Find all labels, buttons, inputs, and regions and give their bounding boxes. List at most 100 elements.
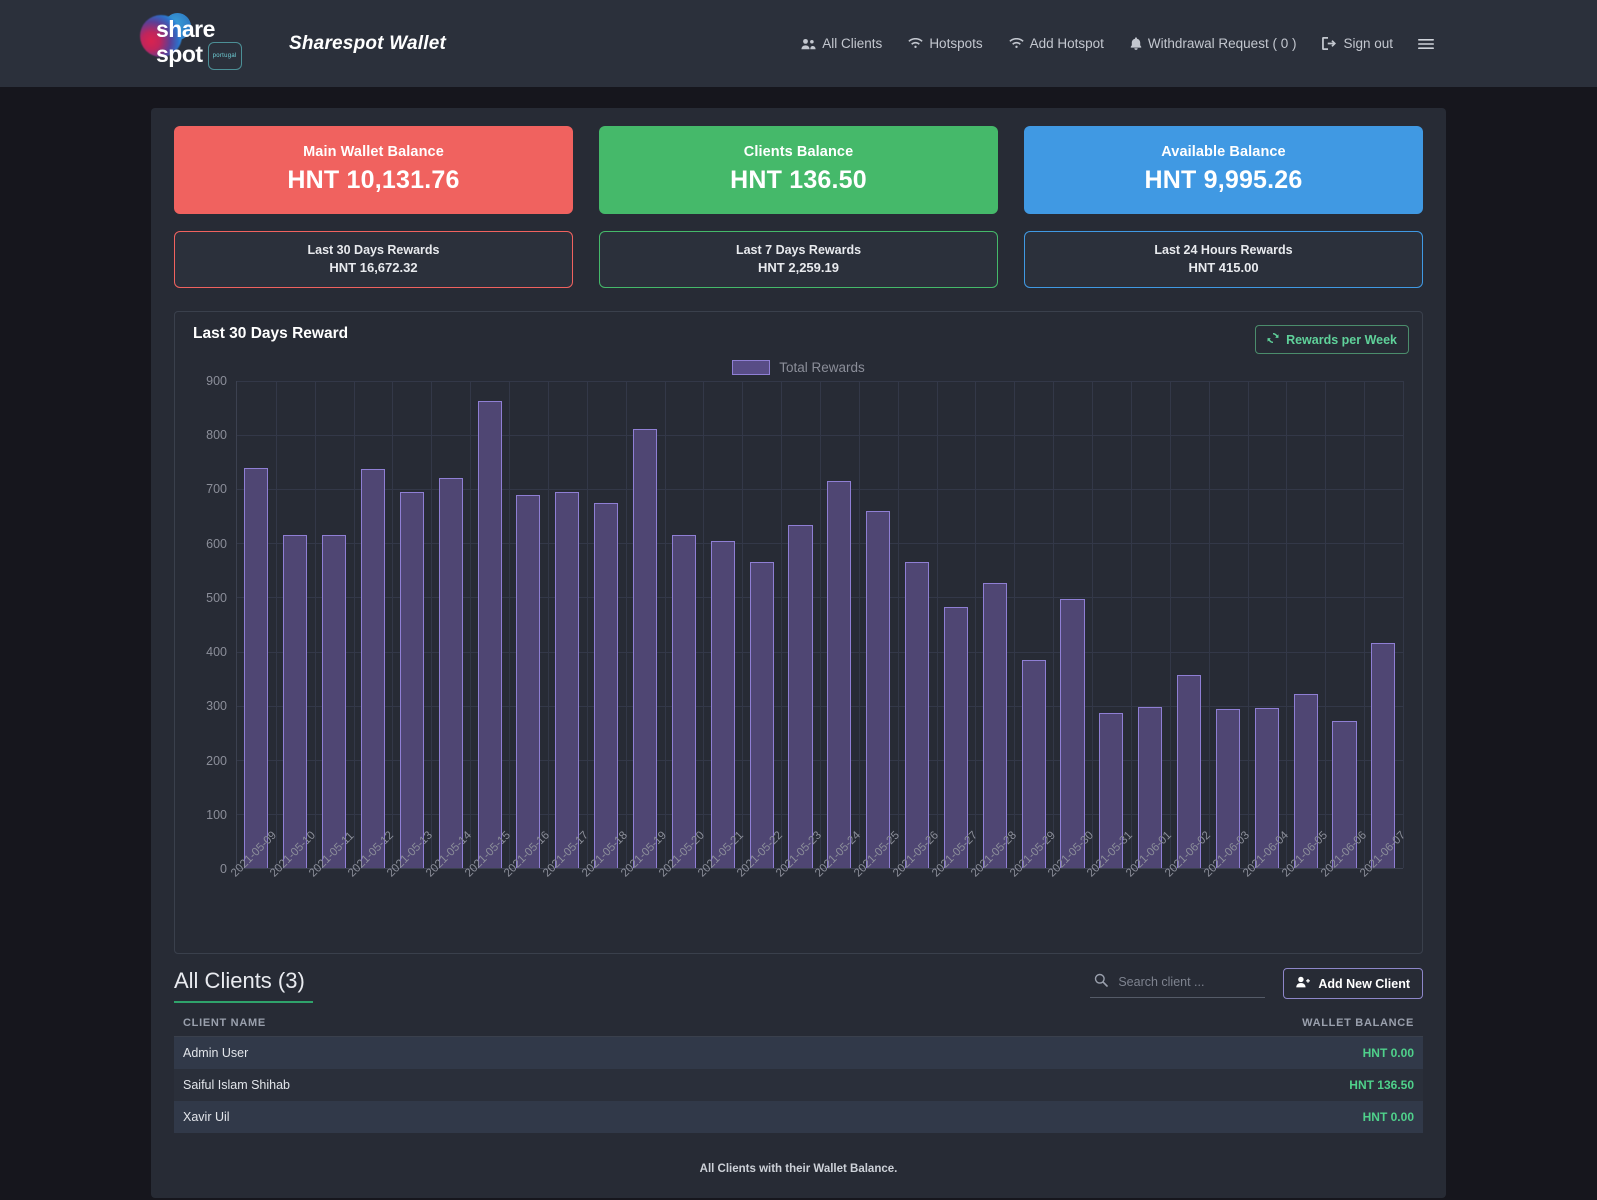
- chart-title: Last 30 Days Reward: [193, 325, 349, 342]
- wifi-icon: [1008, 37, 1024, 50]
- table-header-row: CLIENT NAME WALLET BALANCE: [174, 1013, 1423, 1037]
- bar-slot: [587, 381, 626, 868]
- chart-bar[interactable]: [438, 477, 463, 868]
- sub-card-label: Last 24 Hours Rewards: [1154, 243, 1293, 257]
- search-client-box[interactable]: [1090, 970, 1266, 998]
- bar-slot: [1131, 381, 1170, 868]
- bar-slot: [276, 381, 315, 868]
- chart-bar[interactable]: [322, 535, 347, 868]
- chart-bar[interactable]: [244, 467, 269, 868]
- bar-slot: [703, 381, 742, 868]
- chart-bar[interactable]: [710, 541, 735, 868]
- y-axis-tick-label: 600: [206, 536, 227, 551]
- x-axis-slot: 2021-05-17: [541, 829, 591, 921]
- navbar-toggler-icon[interactable]: [1415, 35, 1437, 53]
- chart-bar[interactable]: [283, 534, 308, 868]
- chart-bar[interactable]: [671, 534, 696, 868]
- chart-bar[interactable]: [360, 468, 386, 868]
- bar-slot: [509, 381, 548, 868]
- bar-slot: [859, 381, 898, 868]
- bar-slot: [936, 381, 975, 868]
- x-axis-slot: 2021-05-10: [268, 829, 318, 921]
- chart-bar[interactable]: [594, 503, 619, 868]
- bar-slot: [431, 381, 470, 868]
- bar-slot: [742, 381, 781, 868]
- bar-slot: [1014, 381, 1053, 868]
- add-new-client-button[interactable]: Add New Client: [1283, 968, 1423, 999]
- search-icon: [1094, 973, 1109, 992]
- bar-slot: [1053, 381, 1092, 868]
- chart-plot: [236, 381, 1404, 869]
- chart-bar[interactable]: [477, 401, 502, 868]
- chart-bar[interactable]: [866, 510, 891, 868]
- x-axis-slot: 2021-05-25: [852, 829, 902, 921]
- rewards-per-week-button[interactable]: Rewards per Week: [1255, 325, 1409, 354]
- x-axis-slot: 2021-05-30: [1046, 829, 1096, 921]
- chart-bar[interactable]: [1371, 643, 1396, 868]
- card-value: HNT 10,131.76: [287, 166, 460, 194]
- last-24-hours-rewards-card: Last 24 Hours Rewards HNT 415.00: [1024, 231, 1423, 288]
- y-axis-tick-label: 300: [206, 699, 227, 714]
- bar-slot: [1325, 381, 1364, 868]
- x-axis-slot: 2021-06-06: [1319, 829, 1369, 921]
- bar-slot: [470, 381, 509, 868]
- chart-header: Last 30 Days Reward Rewards per Week: [188, 325, 1409, 354]
- y-axis-tick-label: 800: [206, 428, 227, 443]
- chart-bar[interactable]: [982, 583, 1007, 868]
- chart-legend[interactable]: Total Rewards: [188, 360, 1409, 375]
- add-new-client-label: Add New Client: [1318, 976, 1410, 991]
- bar-slot: [1286, 381, 1325, 868]
- sub-card-value: HNT 415.00: [1188, 260, 1259, 275]
- cell-wallet-balance: HNT 0.00: [786, 1101, 1423, 1133]
- table-row[interactable]: Xavir Uil HNT 0.00: [174, 1101, 1423, 1133]
- search-client-input[interactable]: [1118, 975, 1262, 989]
- table-row[interactable]: Saiful Islam Shihab HNT 136.50: [174, 1069, 1423, 1101]
- chart-bar[interactable]: [943, 607, 968, 868]
- bar-slot: [898, 381, 937, 868]
- bar-slot: [781, 381, 820, 868]
- nav-item-withdrawal-request[interactable]: Withdrawal Request ( 0 ): [1130, 36, 1296, 51]
- chart-bar[interactable]: [516, 494, 541, 868]
- top-navbar: share spot portugal Sharespot Wallet All …: [0, 0, 1597, 87]
- bar-slot: [392, 381, 431, 868]
- x-axis-slot: 2021-05-26: [891, 829, 941, 921]
- x-axis-slot: 2021-06-03: [1202, 829, 1252, 921]
- nav-item-label: Add Hotspot: [1029, 36, 1104, 51]
- available-balance-card: Available Balance HNT 9,995.26: [1024, 126, 1423, 214]
- bar-slot: [315, 381, 354, 868]
- wifi-icon: [908, 37, 923, 50]
- x-axis-slot: 2021-05-27: [930, 829, 980, 921]
- chart-bar[interactable]: [1060, 599, 1085, 868]
- table-row[interactable]: Admin User HNT 0.00: [174, 1036, 1423, 1069]
- app-title: Sharespot Wallet: [289, 32, 446, 54]
- bar-slot: [626, 381, 665, 868]
- sharespot-logo: share spot portugal: [138, 12, 246, 75]
- bell-icon: [1130, 37, 1142, 50]
- sub-card-value: HNT 2,259.19: [758, 260, 839, 275]
- chart-bar[interactable]: [399, 491, 424, 868]
- clients-toolbar: Add New Client: [1090, 968, 1423, 1003]
- chart-bar[interactable]: [788, 525, 813, 868]
- nav-item-label: All Clients: [822, 36, 883, 51]
- x-axis-slot: 2021-06-05: [1280, 829, 1330, 921]
- chart-y-axis: 0 100 200 300 400 500 600 700 800 900: [188, 374, 233, 876]
- bar-slot: [820, 381, 859, 868]
- cell-wallet-balance: HNT 0.00: [786, 1036, 1423, 1069]
- chart-bar[interactable]: [749, 562, 774, 868]
- chart-x-axis: 2021-05-09 2021-05-10 2021-05-11 2021-05-12…: [229, 829, 1407, 921]
- nav-item-all-clients[interactable]: All Clients: [801, 36, 882, 51]
- bar-slot: [664, 381, 703, 868]
- brand[interactable]: share spot portugal Sharespot Wallet: [138, 12, 446, 75]
- clients-table-note: All Clients with their Wallet Balance.: [699, 1163, 898, 1175]
- nav-item-hotspots[interactable]: Hotspots: [908, 36, 983, 51]
- y-axis-tick-label: 500: [206, 590, 227, 605]
- x-axis-slot: 2021-05-29: [1008, 829, 1058, 921]
- chart-bar[interactable]: [827, 480, 852, 868]
- chart-bar[interactable]: [905, 561, 930, 868]
- chart-bar[interactable]: [632, 428, 658, 868]
- nav-item-add-hotspot[interactable]: Add Hotspot: [1008, 36, 1104, 51]
- chart-bar[interactable]: [555, 492, 580, 868]
- users-icon: [801, 38, 816, 50]
- nav-item-sign-out[interactable]: Sign out: [1322, 36, 1393, 51]
- cell-client-name: Saiful Islam Shihab: [174, 1069, 787, 1101]
